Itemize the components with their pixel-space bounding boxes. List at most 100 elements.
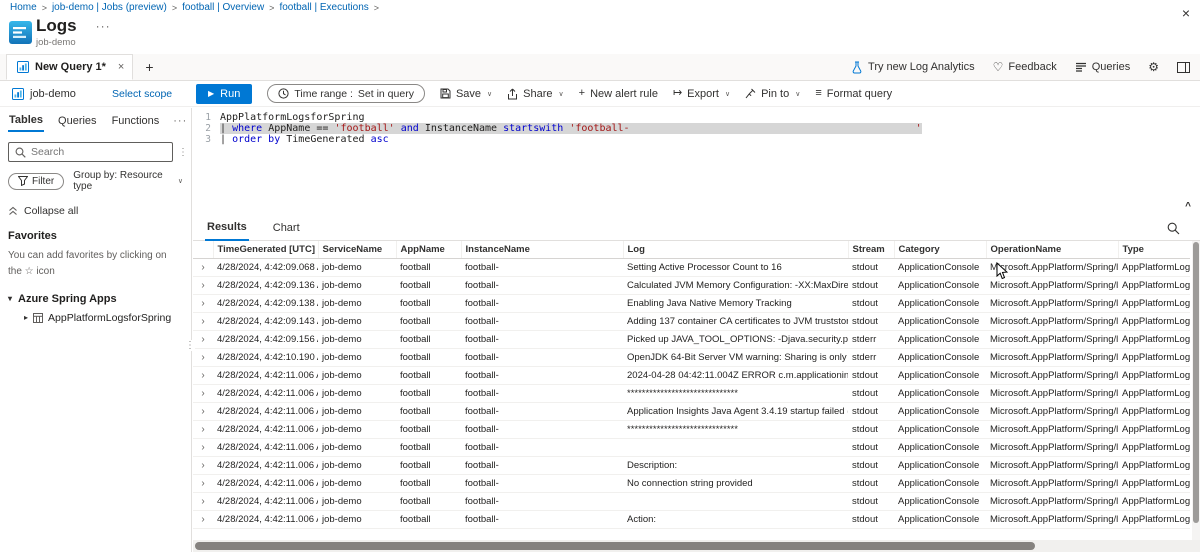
format-query-button[interactable]: ≡ Format query: [815, 88, 892, 100]
row-expander-icon[interactable]: ›: [201, 298, 204, 309]
table-row[interactable]: › 4/28/2024, 4:42:10.190 AM job-demo foo…: [193, 348, 1190, 366]
results-search-icon[interactable]: [1167, 222, 1180, 235]
horizontal-scrollbar[interactable]: [193, 540, 1200, 552]
row-expander-icon[interactable]: ›: [201, 496, 204, 507]
query-editor[interactable]: 1AppPlatformLogsforSpring 2| where AppNa…: [193, 108, 1200, 215]
col-timegenerated[interactable]: TimeGenerated [UTC]: [213, 241, 318, 258]
scrollbar-thumb[interactable]: [1193, 242, 1199, 523]
tab-label: New Query 1*: [35, 61, 106, 73]
row-expander-icon[interactable]: ›: [201, 460, 204, 471]
collapse-results-icon[interactable]: ^: [1185, 201, 1191, 212]
sidebar-tab-queries[interactable]: Queries: [57, 111, 98, 131]
cell-timegenerated: 4/28/2024, 4:42:11.006 AM: [213, 474, 318, 492]
row-expander-icon[interactable]: ›: [201, 478, 204, 489]
cell-appname: football: [396, 438, 461, 456]
row-expander-icon[interactable]: ›: [201, 388, 204, 399]
table-row[interactable]: › 4/28/2024, 4:42:09.068 AM job-demo foo…: [193, 258, 1190, 276]
cell-appname: football: [396, 348, 461, 366]
sidebar-search-box[interactable]: [8, 142, 173, 162]
table-row[interactable]: › 4/28/2024, 4:42:11.006 AM job-demo foo…: [193, 456, 1190, 474]
expanded-triangle-icon[interactable]: ▾: [8, 295, 12, 303]
search-input[interactable]: [31, 146, 166, 158]
close-tab-icon[interactable]: ×: [118, 61, 124, 73]
breadcrumb-link[interactable]: football | Overview: [182, 2, 264, 13]
tab-results[interactable]: Results: [205, 216, 249, 241]
col-category[interactable]: Category: [894, 241, 986, 258]
breadcrumb-link[interactable]: Home: [10, 2, 37, 13]
table-row[interactable]: › 4/28/2024, 4:42:11.006 AM job-demo foo…: [193, 510, 1190, 528]
collapsed-triangle-icon[interactable]: ▸: [24, 314, 28, 322]
col-log[interactable]: Log: [623, 241, 848, 258]
tree-group-azure-spring-apps[interactable]: ▾ Azure Spring Apps: [0, 290, 191, 308]
group-by-dropdown[interactable]: Group by: Resource type ∨: [73, 170, 183, 192]
side-panel-button[interactable]: [1177, 62, 1190, 73]
tab-chart[interactable]: Chart: [271, 217, 302, 240]
table-row[interactable]: › 4/28/2024, 4:42:11.006 AM job-demo foo…: [193, 366, 1190, 384]
row-expander-icon[interactable]: ›: [201, 442, 204, 453]
select-scope-link[interactable]: Select scope: [112, 88, 172, 100]
table-row[interactable]: › 4/28/2024, 4:42:09.156 AM job-demo foo…: [193, 330, 1190, 348]
timegenerated-column-token: TimeGenerated: [286, 134, 364, 145]
cell-servicename: job-demo: [318, 276, 396, 294]
row-expander-icon[interactable]: ›: [201, 262, 204, 273]
pin-to-button[interactable]: Pin to ∨: [745, 88, 800, 100]
tab-new-query-1[interactable]: New Query 1* ×: [6, 54, 133, 80]
row-expander-icon[interactable]: ›: [201, 370, 204, 381]
row-expander-icon[interactable]: ›: [201, 280, 204, 291]
cell-type: AppPlatformLogs: [1118, 420, 1190, 438]
table-row[interactable]: › 4/28/2024, 4:42:11.006 AM job-demo foo…: [193, 438, 1190, 456]
breadcrumb-link[interactable]: football | Executions: [279, 2, 368, 13]
cell-stream: stdout: [848, 312, 894, 330]
more-options-button[interactable]: ···: [96, 19, 111, 33]
new-alert-rule-button[interactable]: + New alert rule: [579, 88, 658, 100]
close-blade-button[interactable]: ×: [1182, 6, 1190, 20]
row-expander-icon[interactable]: ›: [201, 352, 204, 363]
cell-category: ApplicationConsole: [894, 312, 986, 330]
results-vertical-scrollbar[interactable]: [1192, 241, 1200, 540]
sidebar-more-button[interactable]: ···: [173, 115, 187, 127]
share-button[interactable]: Share ∨: [507, 88, 563, 100]
instance-prefix-string: 'football-: [569, 123, 629, 134]
row-expander-icon[interactable]: ›: [201, 334, 204, 345]
col-appname[interactable]: AppName: [396, 241, 461, 258]
breadcrumb-link[interactable]: job-demo | Jobs (preview): [52, 2, 167, 13]
row-expander-icon[interactable]: ›: [201, 424, 204, 435]
table-row[interactable]: › 4/28/2024, 4:42:11.006 AM job-demo foo…: [193, 420, 1190, 438]
save-button[interactable]: Save ∨: [440, 88, 492, 100]
sidebar-filter-row: Filter Group by: Resource type ∨: [8, 170, 183, 192]
table-row[interactable]: › 4/28/2024, 4:42:11.006 AM job-demo foo…: [193, 474, 1190, 492]
col-stream[interactable]: Stream: [848, 241, 894, 258]
sidebar-resize-handle[interactable]: ⋮: [185, 340, 195, 351]
new-tab-button[interactable]: +: [133, 54, 165, 80]
collapse-all-button[interactable]: Collapse all: [8, 205, 183, 217]
col-servicename[interactable]: ServiceName: [318, 241, 396, 258]
run-button[interactable]: ▶ Run: [196, 84, 252, 104]
sidebar-tab-tables[interactable]: Tables: [8, 110, 44, 132]
table-row[interactable]: › 4/28/2024, 4:42:09.138 AM job-demo foo…: [193, 294, 1190, 312]
time-range-button[interactable]: Time range : Set in query: [267, 84, 425, 103]
row-expander-icon[interactable]: ›: [201, 316, 204, 327]
queries-button[interactable]: Queries: [1075, 61, 1131, 73]
new-alert-rule-label: New alert rule: [590, 88, 658, 100]
cell-stream: stdout: [848, 294, 894, 312]
col-type[interactable]: Type: [1118, 241, 1190, 258]
row-expander-icon[interactable]: ›: [201, 406, 204, 417]
sidebar-tab-functions[interactable]: Functions: [111, 111, 161, 131]
tree-item-appplatformlogsforspring[interactable]: ▸ AppPlatformLogsforSpring: [0, 308, 191, 328]
try-new-log-analytics-link[interactable]: Try new Log Analytics: [851, 61, 975, 74]
filter-button[interactable]: Filter: [8, 173, 64, 190]
export-button[interactable]: ↦ Export ∨: [673, 88, 730, 100]
search-options-handle[interactable]: ⋮: [178, 147, 188, 158]
row-expander-icon[interactable]: ›: [201, 514, 204, 525]
col-instancename[interactable]: InstanceName: [461, 241, 623, 258]
feedback-button[interactable]: ♡ Feedback: [993, 61, 1057, 73]
scrollbar-thumb[interactable]: [195, 542, 1035, 550]
table-row[interactable]: › 4/28/2024, 4:42:11.006 AM job-demo foo…: [193, 384, 1190, 402]
table-row[interactable]: › 4/28/2024, 4:42:09.143 AM job-demo foo…: [193, 312, 1190, 330]
table-row[interactable]: › 4/28/2024, 4:42:11.006 AM job-demo foo…: [193, 402, 1190, 420]
col-operationname[interactable]: OperationName: [986, 241, 1118, 258]
settings-button[interactable]: ⚙: [1148, 61, 1159, 73]
table-row[interactable]: › 4/28/2024, 4:42:11.006 AM job-demo foo…: [193, 492, 1190, 510]
cell-category: ApplicationConsole: [894, 330, 986, 348]
table-row[interactable]: › 4/28/2024, 4:42:09.136 AM job-demo foo…: [193, 276, 1190, 294]
